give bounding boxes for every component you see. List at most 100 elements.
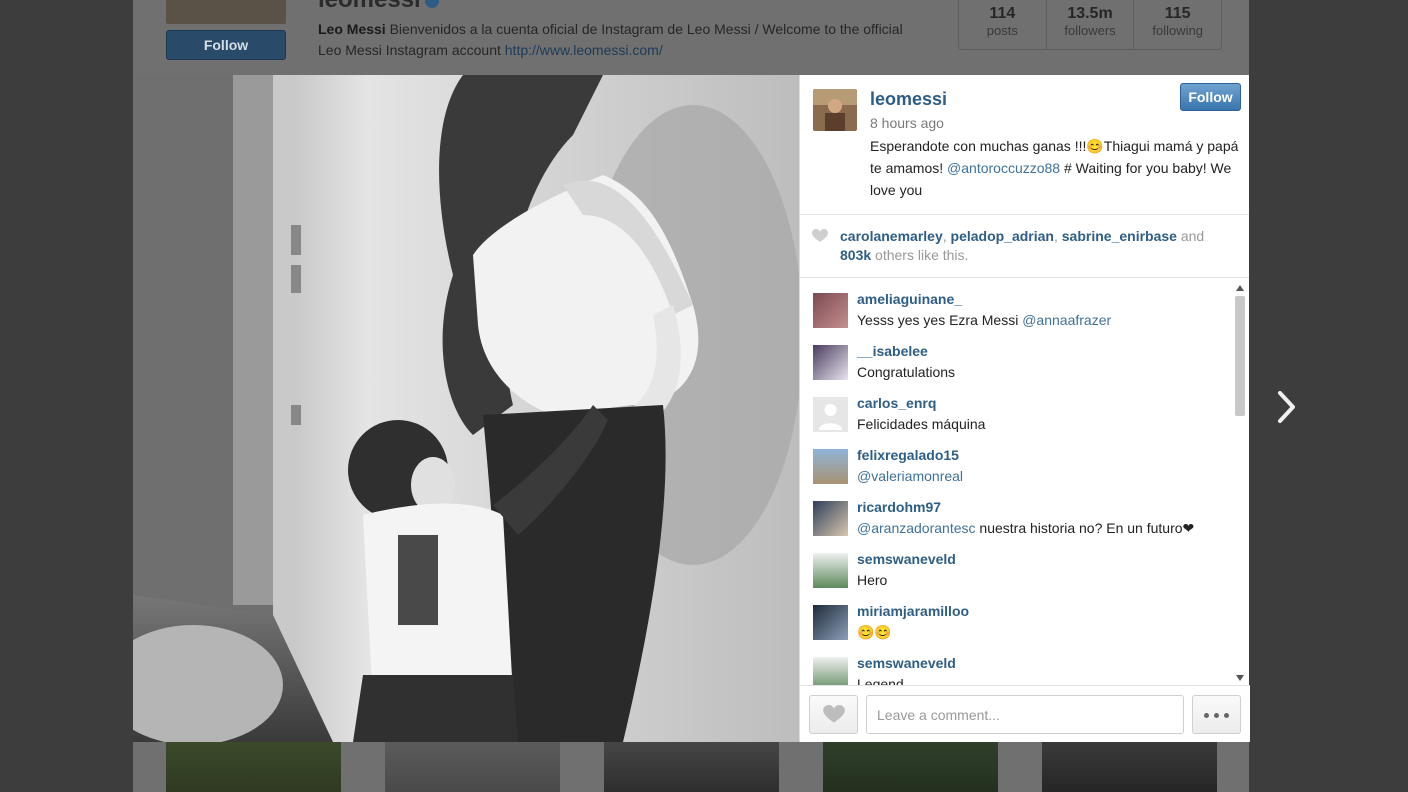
commenter-username[interactable]: __isabelee — [857, 343, 928, 359]
comment-text: @aranzadorantesc nuestra historia no? En… — [857, 520, 1194, 537]
profile-photo-grid — [166, 742, 1218, 792]
comment-body: Yesss yes yes Ezra Messi — [857, 312, 1019, 328]
comment-item: ricardohm97 @aranzadorantesc nuestra his… — [813, 494, 1223, 546]
comment-body: nuestra historia no? En un futuro❤ — [979, 520, 1195, 536]
profile-bio-link[interactable]: http://www.leomessi.com/ — [505, 42, 663, 58]
comment-text: Legend — [857, 676, 904, 685]
comment-item: felixregalado15 @valeriamonreal — [813, 442, 1223, 494]
photo-modal: leomessi 8 hours ago Esperandote con muc… — [133, 75, 1250, 742]
post-photo[interactable] — [133, 75, 799, 742]
liker-name[interactable]: carolanemarley — [840, 228, 943, 244]
comment-body: Felicidades máquina — [857, 416, 986, 432]
post-photo-image — [133, 75, 799, 742]
profile-bio-name: Leo Messi — [318, 21, 386, 37]
commenter-username[interactable]: ameliaguinane_ — [857, 291, 962, 307]
commenter-username[interactable]: semswaneveld — [857, 551, 956, 567]
stat-label: followers — [1064, 23, 1116, 38]
commenter-username[interactable]: semswaneveld — [857, 655, 956, 671]
commenter-username[interactable]: ricardohm97 — [857, 499, 941, 515]
owner-avatar-image — [813, 89, 857, 131]
comment-item: semswaneveld Hero — [813, 546, 1223, 598]
more-options-icon — [1204, 713, 1209, 718]
comment-bar — [800, 685, 1250, 742]
comment-text: @valeriamonreal — [857, 468, 963, 484]
chevron-right-icon[interactable] — [1272, 388, 1300, 426]
comment-item: miriamjaramilloo 😊😊 — [813, 598, 1223, 650]
profile-username-text: leomessi — [318, 0, 421, 13]
likes-suffix: others like this. — [875, 247, 969, 263]
likes-and: and — [1180, 228, 1205, 244]
grid-thumbnail[interactable] — [604, 742, 779, 792]
commenter-avatar[interactable] — [813, 501, 848, 536]
grid-thumbnail[interactable] — [385, 742, 560, 792]
commenter-username[interactable]: felixregalado15 — [857, 447, 959, 463]
scroll-down-icon[interactable] — [1236, 674, 1244, 682]
commenter-avatar[interactable] — [813, 605, 848, 640]
caption-mention[interactable]: @antoroccuzzo88 — [947, 160, 1060, 176]
comment-item: semswaneveld Legend — [813, 650, 1223, 685]
owner-avatar[interactable] — [813, 89, 857, 131]
more-options-button[interactable] — [1192, 695, 1241, 734]
profile-bio: Leo Messi Bienvenidos a la cuenta oficia… — [318, 19, 928, 61]
grid-thumbnail[interactable] — [1042, 742, 1217, 792]
comment-mention[interactable]: @annaafrazer — [1022, 312, 1111, 328]
comment-item: carlos_enrq Felicidades máquina — [813, 390, 1223, 442]
comment-input[interactable] — [866, 695, 1184, 734]
commenter-avatar[interactable] — [813, 449, 848, 484]
comment-item: __isabelee Congratulations — [813, 338, 1223, 390]
commenter-username[interactable]: carlos_enrq — [857, 395, 936, 411]
profile-username: leomessi — [318, 0, 439, 14]
profile-follow-button[interactable]: Follow — [166, 30, 286, 60]
comment-text: Yesss yes yes Ezra Messi @annaafrazer — [857, 312, 1111, 328]
comment-item: ameliaguinane_ Yesss yes yes Ezra Messi … — [813, 286, 1223, 338]
comment-body: Hero — [857, 572, 888, 588]
like-button[interactable] — [809, 695, 858, 734]
comment-text: Felicidades máquina — [857, 416, 985, 432]
heart-icon — [823, 705, 845, 723]
stat-value: 13.5m — [1067, 5, 1113, 22]
post-timestamp[interactable]: 8 hours ago — [870, 115, 944, 131]
scrollbar-thumb[interactable] — [1235, 296, 1245, 416]
follow-button[interactable]: Follow — [1180, 83, 1241, 111]
stat-label: posts — [986, 23, 1018, 38]
grid-thumbnail[interactable] — [166, 742, 341, 792]
comment-body: Congratulations — [857, 364, 956, 380]
profile-avatar — [166, 0, 286, 24]
comment-mention[interactable]: @valeriamonreal — [857, 468, 963, 484]
more-options-icon — [1214, 713, 1219, 718]
likes-count[interactable]: 803k — [840, 247, 871, 263]
commenter-avatar[interactable] — [813, 397, 848, 432]
liker-name[interactable]: sabrine_enirbase — [1062, 228, 1177, 244]
comment-mention[interactable]: @aranzadorantesc — [857, 520, 976, 536]
stat-value: 114 — [989, 5, 1016, 22]
grid-thumbnail[interactable] — [823, 742, 998, 792]
stat-value: 115 — [1164, 5, 1191, 22]
commenter-avatar[interactable] — [813, 293, 848, 328]
profile-stats: 114 posts 13.5m followers 115 following — [958, 0, 1222, 50]
liker-name[interactable]: peladop_adrian — [951, 228, 1054, 244]
scroll-up-icon[interactable] — [1236, 284, 1244, 292]
stat-posts[interactable]: 114 posts — [959, 0, 1047, 49]
commenter-avatar[interactable] — [813, 657, 848, 685]
more-options-icon — [1224, 713, 1229, 718]
post-caption: Esperandote con muchas ganas !!!😊Thiagui… — [870, 135, 1240, 201]
commenter-avatar[interactable] — [813, 345, 848, 380]
stat-following[interactable]: 115 following — [1134, 0, 1221, 49]
post-header: leomessi 8 hours ago Esperandote con muc… — [800, 75, 1249, 215]
comments-list[interactable]: ameliaguinane_ Yesss yes yes Ezra Messi … — [800, 279, 1250, 685]
comment-text: 😊😊 — [857, 624, 892, 641]
owner-username[interactable]: leomessi — [870, 89, 947, 110]
comments-scrollbar[interactable] — [1232, 279, 1248, 685]
stat-followers[interactable]: 13.5m followers — [1047, 0, 1135, 49]
post-details-panel: leomessi 8 hours ago Esperandote con muc… — [799, 75, 1250, 742]
likes-summary: carolanemarley, peladop_adrian, sabrine_… — [800, 215, 1249, 278]
default-avatar-icon — [819, 404, 842, 430]
comment-body: 😊😊 — [857, 624, 892, 640]
comment-body: Legend — [857, 676, 904, 685]
verified-badge-icon — [424, 0, 439, 8]
heart-icon — [812, 229, 828, 242]
comment-text: Hero — [857, 572, 887, 588]
comment-text: Congratulations — [857, 364, 955, 380]
commenter-avatar[interactable] — [813, 553, 848, 588]
commenter-username[interactable]: miriamjaramilloo — [857, 603, 969, 619]
